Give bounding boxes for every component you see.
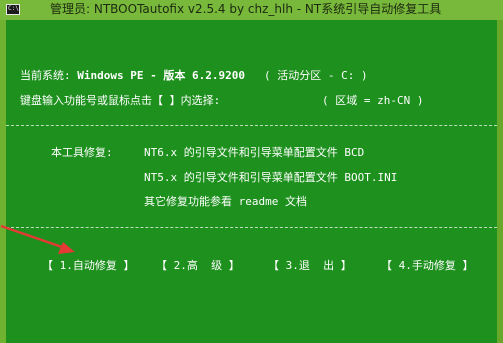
active-partition-label: ( 活动分区 - C: ) [264,69,368,82]
system-value: Windows PE - 版本 6.2.9200 [77,69,245,82]
repair-line-nt6: NT6.x 的引导文件和引导菜单配置文件 BCD [144,146,365,159]
window-title: 管理员: NTBOOTautofix v2.5.4 by chz_hlh - N… [50,2,442,16]
scrollbar[interactable] [497,20,503,343]
title-bar[interactable]: C:\ 管理员: NTBOOTautofix v2.5.4 by chz_hlh… [0,0,503,20]
current-system-line: 当前系统: Windows PE - 版本 6.2.9200 [20,69,245,83]
auto-repair-button[interactable]: 【 1.自动修复 】 [42,259,135,273]
region-label: ( 区域 = zh-CN ) [322,94,424,107]
repair-label: 本工具修复: [51,146,113,159]
exit-button[interactable]: 【 3.退 出 】 [268,259,352,273]
app-icon-text: C:\ [8,5,19,12]
repair-line-readme: 其它修复功能参看 readme 文档 [144,195,307,208]
divider-top [6,125,497,126]
divider-bottom [6,227,497,228]
manual-repair-button[interactable]: 【 4.手动修复 】 [381,259,474,273]
console-area: 当前系统: Windows PE - 版本 6.2.9200 ( 活动分区 - … [6,20,497,343]
repair-line-nt5: NT5.x 的引导文件和引导菜单配置文件 BOOT.INI [144,171,398,184]
system-label: 当前系统: [20,69,71,82]
console-app-icon[interactable]: C:\ [6,4,20,15]
advanced-button[interactable]: 【 2.高 级 】 [156,259,240,273]
input-prompt: 键盘输入功能号或鼠标点击【 】内选择: [20,94,221,107]
